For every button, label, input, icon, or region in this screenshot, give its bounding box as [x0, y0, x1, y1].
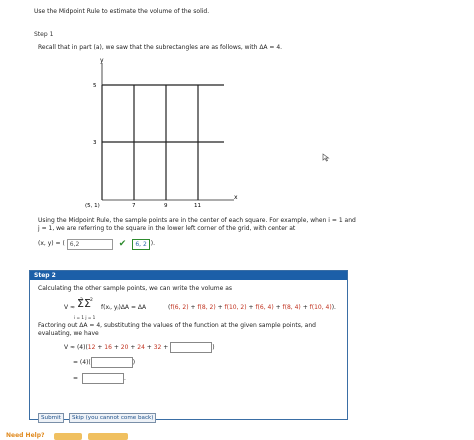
volume-result-input[interactable] — [82, 373, 125, 384]
value-24: 24 — [137, 343, 145, 351]
volume-formula: V ≈ 3 2 ΣΣ i = 1 j = 1 f(xᵢ, yⱼ)ΔA = ΔA … — [64, 298, 344, 320]
midpoint-explanation: Using the Midpoint Rule, the sample poin… — [38, 217, 356, 232]
f-terms: (f(6, 2) + f(8, 2) + f(10, 2) + f(6, 4) … — [168, 304, 336, 311]
sigma-icon: ΣΣ — [77, 297, 91, 310]
x-tick-11: 11 — [194, 203, 201, 209]
submit-button[interactable]: Submit — [38, 413, 64, 423]
xy-suffix: ). — [150, 240, 156, 247]
y-tick-5: 5 — [93, 83, 97, 89]
sum-term-input[interactable] — [170, 342, 213, 353]
need-help-label: Need Help? — [6, 432, 45, 439]
formula-lhs: V ≈ — [64, 304, 76, 311]
f-term-3: f(10, 2) — [224, 304, 247, 311]
line3-prefix: = — [73, 374, 79, 382]
formula-middle: f(xᵢ, yⱼ)ΔA = ΔA — [101, 304, 147, 311]
skip-button[interactable]: Skip (you cannot come back) — [68, 413, 157, 423]
v-line-prefix: V ≈ (4)( — [64, 343, 88, 351]
v-line-1: V ≈ (4)( 12 + 16 + 20 + 24 + 32 + ) — [64, 342, 215, 353]
calc-text: Calculating the other sample points, we … — [38, 285, 233, 292]
line2-prefix: = (4)( — [73, 358, 91, 366]
xy-prefix: (x, y) = ( — [38, 240, 65, 247]
f-term-6: f(10, 4) — [309, 304, 332, 311]
correct-answer-box: 6, 2 — [132, 238, 150, 250]
f-term-1: f(6, 2) — [170, 304, 189, 311]
x-tick-9: 9 — [164, 203, 168, 209]
subrectangle-graph: y x 5 3 (5, 1) 7 9 11 — [85, 57, 238, 209]
f-term-2: f(8, 2) — [197, 304, 216, 311]
value-12: 12 — [87, 343, 96, 351]
f-term-5: f(8, 4) — [282, 304, 301, 311]
recall-text: Recall that in part (a), we saw that the… — [38, 44, 283, 51]
value-16: 16 — [104, 343, 112, 351]
x-tick-origin: (5, 1) — [85, 203, 100, 209]
value-32: 32 — [153, 343, 162, 351]
step2-panel: Step 2 Calculating the other sample poin… — [29, 270, 348, 423]
x-tick-7: 7 — [132, 203, 136, 209]
sample-point-row: (x, y) = ( 6,2 ✔ 6, 2 ). — [38, 237, 155, 251]
y-tick-3: 3 — [93, 140, 97, 146]
instructions: Use the Midpoint Rule to estimate the vo… — [34, 8, 210, 15]
step1-label: Step 1 — [34, 31, 54, 38]
step2-buttons: Submit Skip (you cannot come back) — [38, 404, 157, 423]
product-sum-input[interactable] — [90, 357, 133, 368]
sum-bottom: i = 1 j = 1 — [74, 315, 96, 320]
help-bar: Need Help? — [0, 432, 474, 440]
factoring-text: Factoring out ΔA = 4, substituting the v… — [38, 322, 316, 337]
v-line-suffix: ) — [212, 343, 215, 351]
y-axis-label: y — [100, 57, 104, 64]
checkmark-icon: ✔ — [118, 239, 127, 249]
f-term-4: f(6, 4) — [255, 304, 274, 311]
v-line-2: = (4)( ) — [73, 357, 135, 368]
value-20: 20 — [120, 343, 129, 351]
line2-suffix: ) — [132, 358, 136, 366]
mouse-cursor-icon — [322, 153, 330, 162]
line3-suffix: . — [124, 374, 126, 382]
step2-label: Step 2 — [30, 271, 347, 280]
talk-to-tutor-button[interactable] — [88, 433, 128, 440]
read-it-button[interactable] — [54, 433, 82, 440]
sample-point-input[interactable]: 6,2 — [66, 238, 113, 250]
v-line-3: = . — [73, 373, 126, 384]
x-axis-label: x — [234, 194, 238, 201]
